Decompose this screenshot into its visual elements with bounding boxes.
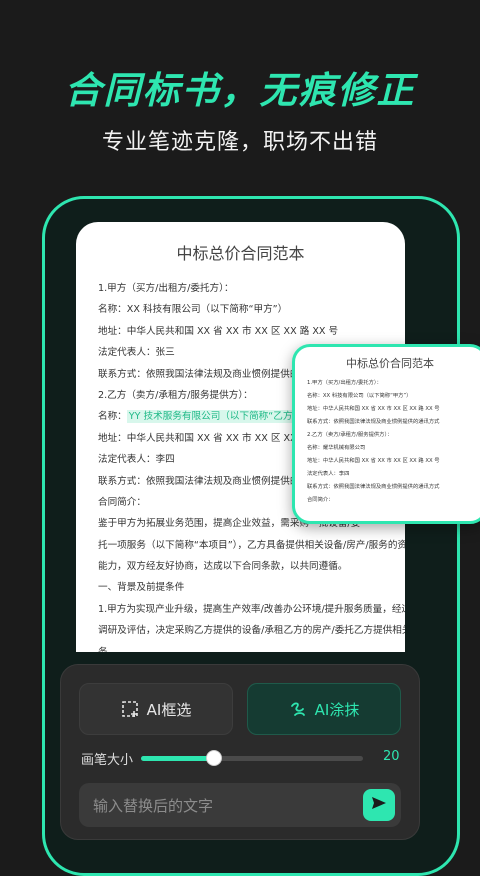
zoom-line: 1.甲方（买方/出租方/委托方）： [307, 380, 382, 386]
ai-smear-label: AI涂抹 [314, 700, 360, 719]
document-line: 一、背景及前提条件 [98, 582, 185, 594]
document-line: 务。 [76, 642, 405, 652]
zoom-line: 法定代表人：李四 [307, 471, 350, 477]
zoom-preview: 中标总价合同范本 1.甲方（买方/出租方/委托方）： 名称：XX 科技有限公司（… [292, 344, 480, 524]
brush-size-fill [141, 756, 215, 761]
zoom-line: 2.乙方（卖方/承租方/服务提供方）： [307, 432, 393, 438]
zoom-line: 合同简介： [307, 497, 334, 503]
ai-smear-button[interactable]: AI涂抹 [247, 683, 401, 735]
hero-title: 合同标书，无痕修正 [64, 69, 416, 112]
zoom-line: 联系方式：依照我国法律法规及商业惯例提供的通讯方式 [307, 419, 440, 425]
document-line: 1.甲方为实现产业升级，提高生产效率/改善办公环境/提升服务质量，经过市场 [98, 603, 405, 615]
zoom-line: 联系方式：依照我国法律法规及商业惯例提供的通讯方式 [307, 484, 440, 490]
document-line: 托一项服务（以下简称“本项目”），乙方具备提供相关设备/房产/服务的资质与 [98, 539, 405, 551]
document-line: 能力，双方经友好协商，达成以下合同条款，以共同遵循。 [98, 561, 348, 573]
edit-panel: AI框选 AI涂抹 画笔大小 20 [60, 664, 420, 840]
zoom-line: 名称：耀华机械有限公司 [307, 445, 366, 451]
brush-size-handle[interactable] [206, 750, 223, 766]
send-button[interactable] [363, 789, 395, 821]
replace-text-input[interactable] [91, 783, 355, 829]
field-label: 名称： [98, 411, 127, 423]
replace-text-box [79, 783, 401, 829]
hero-subtitle: 专业笔迹克隆，职场不出错 [101, 130, 378, 155]
zoom-line: 名称：XX 科技有限公司（以下简称“甲方”） [307, 393, 412, 399]
document-line: 地址：中华人民共和国 XX 省 XX 市 XX 区 XX 路 XX 号 [98, 325, 339, 337]
document-line: 调研及评估，决定采购乙方提供的设备/承租乙方的房产/委托乙方提供相关服务。 [98, 625, 405, 637]
smear-brush-icon [289, 700, 307, 718]
brush-size-label: 画笔大小 [81, 753, 134, 768]
send-icon [370, 794, 388, 816]
edited-highlight[interactable]: YY 技术服务有限公司（以下简称“乙方”） [126, 410, 309, 424]
zoom-line: 地址：中华人民共和国 XX 省 XX 市 XX 区 XX 路 XX 号 [307, 458, 440, 464]
ai-frame-label: AI框选 [146, 700, 192, 719]
brush-size-slider[interactable] [141, 750, 363, 766]
ai-frame-button[interactable]: AI框选 [79, 683, 233, 735]
zoom-title: 中标总价合同范本 [346, 357, 434, 370]
brush-size-value: 20 [383, 749, 400, 764]
zoom-line: 地址：中华人民共和国 XX 省 XX 市 XX 区 XX 路 XX 号 [307, 406, 440, 412]
document-title: 中标总价合同范本 [176, 244, 305, 263]
document-line: 1.甲方（买方/出租方/委托方）： [98, 283, 234, 294]
document-line: 名称：XX 科技有限公司（以下简称“甲方”） [98, 304, 288, 316]
frame-select-icon [121, 700, 139, 718]
